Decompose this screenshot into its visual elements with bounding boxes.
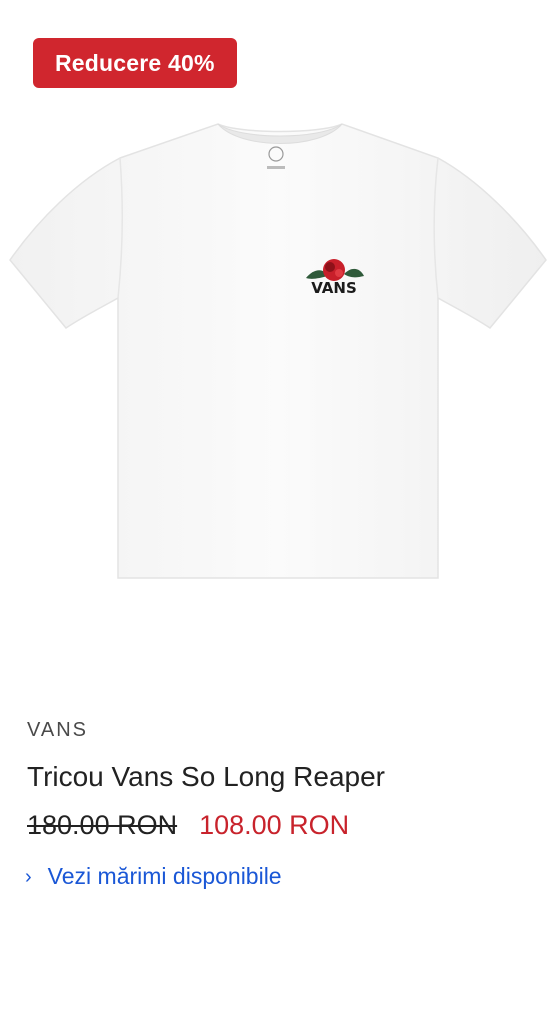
sale-price: 108.00 RON — [199, 810, 350, 840]
product-card[interactable]: Reducere 40% VANS VANS Tricou Vans So Lo… — [0, 0, 560, 1035]
chevron-right-icon: › — [25, 865, 32, 888]
price-row: 180.00 RON 108.00 RON — [27, 810, 349, 841]
view-sizes-link[interactable]: › Vezi mărimi disponibile — [25, 863, 282, 890]
discount-badge: Reducere 40% — [33, 38, 237, 88]
original-price: 180.00 RON — [27, 810, 178, 840]
view-sizes-label: Vezi mărimi disponibile — [47, 863, 282, 889]
product-title[interactable]: Tricou Vans So Long Reaper — [27, 761, 385, 793]
shirt-logo-text: VANS — [311, 279, 357, 297]
product-image[interactable]: VANS — [8, 110, 552, 590]
product-brand: VANS — [27, 719, 88, 741]
